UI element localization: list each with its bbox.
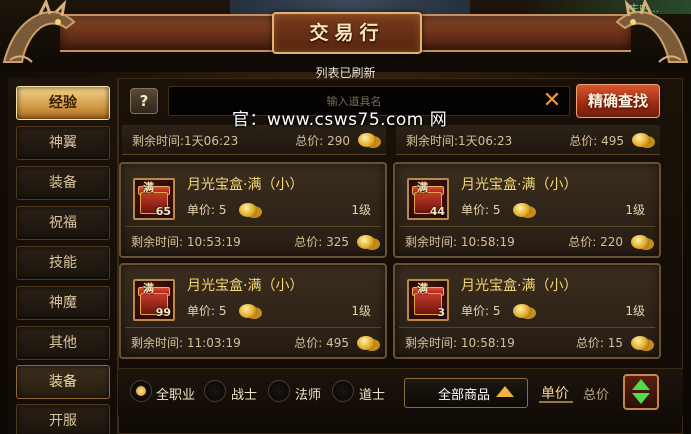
time-remaining: 剩余时间: 11:03:19 <box>131 336 241 350</box>
gold-coin-icon <box>631 235 649 249</box>
sidebar-item-skills[interactable]: 技能 <box>16 246 110 280</box>
time-remaining: 剩余时间:1天06:23 <box>406 134 513 148</box>
category-sidebar: 经验 神翼 装备 祝福 技能 神魔 其他 装备 开服 <box>8 78 118 434</box>
total-price: 总价: 15 <box>575 336 623 350</box>
item-quantity: 44 <box>429 205 445 218</box>
sort-ascending-icon <box>632 379 650 390</box>
radio-warrior[interactable] <box>204 380 226 402</box>
card-divider <box>399 226 655 227</box>
item-name: 月光宝盒·满（小） <box>187 177 304 193</box>
gold-coin-icon <box>239 203 257 217</box>
radio-taoist[interactable] <box>332 380 354 402</box>
unit-price: 单价: 5 <box>461 203 501 217</box>
sort-descending-icon <box>632 393 650 404</box>
total-price: 总价: 495 <box>569 134 624 148</box>
moonlight-box-icon: 满 99 <box>133 279 175 321</box>
full-badge: 满 <box>143 282 154 295</box>
clear-search-icon[interactable]: ✕ <box>540 88 564 114</box>
sidebar-item-other[interactable]: 其他 <box>16 326 110 360</box>
sort-by-total-price[interactable]: 总价 <box>583 384 609 403</box>
unit-price: 单价: 5 <box>187 203 227 217</box>
moonlight-box-icon: 满 44 <box>407 178 449 220</box>
sidebar-item-equipment[interactable]: 装备 <box>16 166 110 200</box>
full-badge: 满 <box>143 181 154 194</box>
sidebar-item-server-open[interactable]: 开服 <box>16 404 110 434</box>
sidebar-item-wings[interactable]: 神翼 <box>16 126 110 160</box>
sidebar-tab-equipment[interactable]: 装备 <box>16 365 110 399</box>
sort-by-unit-price[interactable]: 单价 <box>541 383 569 403</box>
moonlight-box-icon: 满 65 <box>133 178 175 220</box>
radio-label-mage: 法师 <box>295 388 322 403</box>
sort-active-underline <box>539 401 573 403</box>
gold-coin-icon <box>632 133 650 147</box>
help-button[interactable]: ? <box>130 88 158 114</box>
full-badge: 满 <box>417 181 428 194</box>
full-badge: 满 <box>417 282 428 295</box>
radio-label-taoist: 道士 <box>359 388 386 403</box>
watermark-text: 官：www.csws75.com 网 <box>232 110 448 130</box>
total-price: 总价: 220 <box>568 235 623 249</box>
sidebar-item-divine-demon[interactable]: 神魔 <box>16 286 110 320</box>
listing-card[interactable]: 满 65 月光宝盒·满（小） 单价: 5 1级 剩余时间: 10:53:19 总… <box>119 162 387 258</box>
radio-mage[interactable] <box>268 380 290 402</box>
header: 主中… 交易行 <box>0 0 691 72</box>
item-level: 1级 <box>625 304 645 318</box>
gold-coin-icon <box>358 133 376 147</box>
dropdown-arrow-icon <box>496 386 514 397</box>
item-name: 月光宝盒·满（小） <box>187 278 304 294</box>
dragon-right-icon <box>615 0 689 63</box>
time-remaining: 剩余时间:1天06:23 <box>132 134 239 148</box>
radio-label-all-classes: 全职业 <box>156 388 196 403</box>
gold-coin-icon <box>239 304 257 318</box>
item-quantity: 99 <box>155 306 171 319</box>
unit-price: 单价: 5 <box>187 304 227 318</box>
total-price: 总价: 290 <box>295 134 350 148</box>
gold-coin-icon <box>513 203 531 217</box>
item-name: 月光宝盒·满（小） <box>461 278 578 294</box>
radio-all-classes[interactable] <box>130 380 152 402</box>
card-divider <box>125 327 381 328</box>
card-divider <box>399 327 655 328</box>
gold-coin-icon <box>357 336 375 350</box>
gold-coin-icon <box>631 336 649 350</box>
item-quantity: 3 <box>437 306 445 319</box>
title-plate: 交易行 <box>272 12 422 54</box>
listing-card[interactable]: 满 44 月光宝盒·满（小） 单价: 5 1级 剩余时间: 10:58:19 总… <box>393 162 661 258</box>
card-divider <box>125 226 381 227</box>
item-name: 月光宝盒·满（小） <box>461 177 578 193</box>
time-remaining: 剩余时间: 10:58:19 <box>405 336 515 350</box>
window-title: 交易行 <box>309 22 385 44</box>
time-remaining: 剩余时间: 10:58:19 <box>405 235 515 249</box>
total-price: 总价: 495 <box>294 336 349 350</box>
trade-window: 主中… 交易行 列表已刷新 经验 神翼 装备 祝福 技能 神魔 其他 装备 开服 <box>0 0 691 434</box>
radio-label-warrior: 战士 <box>231 388 258 403</box>
gold-coin-icon <box>513 304 531 318</box>
item-level: 1级 <box>625 203 645 217</box>
category-dropdown-value: 全部商品 <box>438 388 491 403</box>
sidebar-item-blessing[interactable]: 祝福 <box>16 206 110 240</box>
gold-coin-icon <box>357 235 375 249</box>
item-level: 1级 <box>351 304 371 318</box>
sidebar-item-exp[interactable]: 经验 <box>16 86 110 120</box>
moonlight-box-icon: 满 3 <box>407 279 449 321</box>
total-price: 总价: 325 <box>294 235 349 249</box>
unit-price: 单价: 5 <box>461 304 501 318</box>
dragon-left-icon <box>2 0 76 63</box>
time-remaining: 剩余时间: 10:53:19 <box>131 235 241 249</box>
item-level: 1级 <box>351 203 371 217</box>
exact-search-button[interactable]: 精确查找 <box>576 84 660 118</box>
listing-card[interactable]: 满 3 月光宝盒·满（小） 单价: 5 1级 剩余时间: 10:58:19 总价… <box>393 263 661 359</box>
listing-card[interactable]: 满 99 月光宝盒·满（小） 单价: 5 1级 剩余时间: 11:03:19 总… <box>119 263 387 359</box>
item-quantity: 65 <box>155 205 171 218</box>
